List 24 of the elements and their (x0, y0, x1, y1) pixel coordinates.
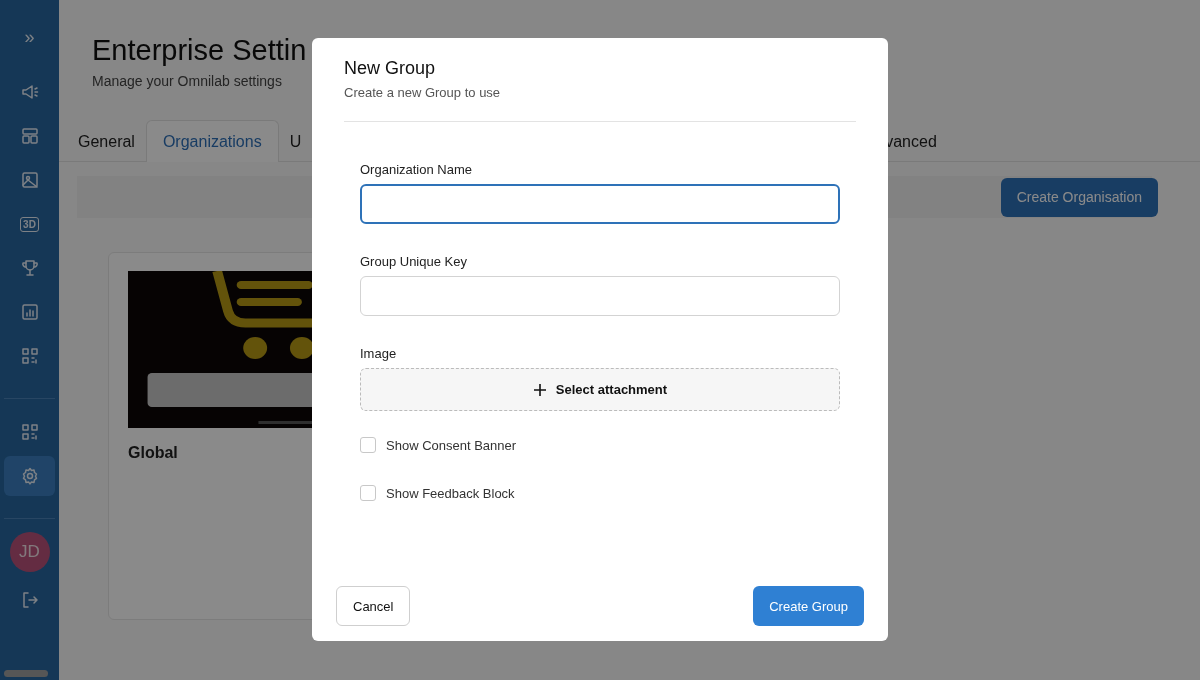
create-organisation-button[interactable]: Create Organisation (1000, 177, 1158, 217)
organization-name: Global (128, 444, 179, 462)
checkbox[interactable] (360, 437, 376, 453)
page-subtitle: Manage your Omnilab settings (92, 73, 283, 89)
field-label: Organization Name (360, 162, 473, 177)
dialog-title: New Group (344, 58, 437, 79)
create-group-button[interactable]: Create Group (753, 586, 864, 626)
tab[interactable]: General (67, 120, 146, 161)
checkbox[interactable] (360, 485, 376, 501)
checkbox-label: Show Feedback Block (386, 485, 515, 501)
field-label: Group Unique Key (360, 254, 468, 269)
checkbox-label: Show Consent Banner (386, 437, 517, 453)
page-title: Enterprise Settin (92, 34, 308, 67)
tab[interactable]: Organizations (145, 120, 279, 162)
scrollbar[interactable] (4, 670, 48, 677)
input-field[interactable] (360, 184, 840, 224)
select-attachment-button[interactable]: Select attachment (360, 368, 840, 411)
expand-toggle[interactable]: » (24, 28, 35, 46)
cancel-button[interactable]: Cancel (336, 586, 411, 626)
plus-icon (532, 382, 547, 397)
field-label: Image (360, 346, 398, 361)
tab[interactable]: U (278, 120, 313, 161)
settings-icon[interactable] (4, 456, 55, 496)
dialog-subtitle: Create a new Group to use (344, 85, 502, 100)
